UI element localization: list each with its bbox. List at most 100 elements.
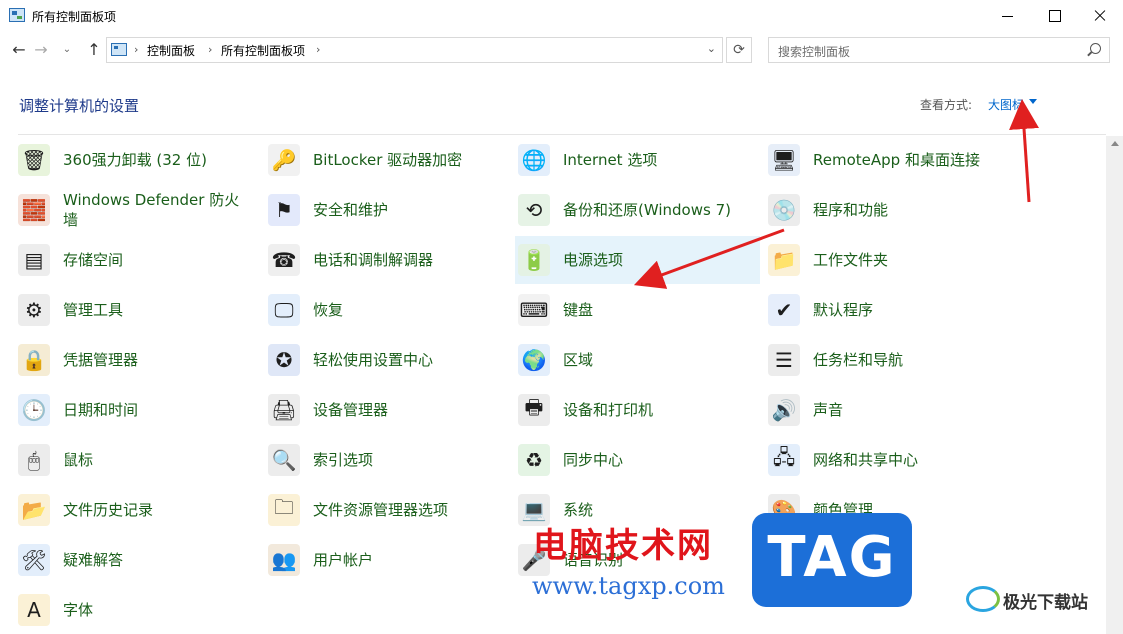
item-label: 区域 <box>563 351 594 369</box>
item-label: 设备和打印机 <box>563 401 654 419</box>
control-panel-item[interactable]: 🕒 日期和时间 <box>15 386 260 434</box>
item-label: 管理工具 <box>63 301 124 319</box>
work-folders-icon: 📁 <box>768 244 800 276</box>
programs-icon: 💿 <box>768 194 800 226</box>
item-label: 鼠标 <box>63 451 94 469</box>
scroll-up-arrow-icon[interactable] <box>1111 141 1119 146</box>
mouse-icon: 🖱 <box>18 444 50 476</box>
control-panel-item[interactable]: 🔑 BitLocker 驱动器加密 <box>265 136 510 184</box>
up-arrow-icon[interactable]: ↑ <box>83 38 105 62</box>
navigation-bar: ← → ⌄ ↑ › 控制面板 › 所有控制面板项 › ⌄ ⟳ 搜索控制面板 <box>0 32 1123 70</box>
item-label: 凭据管理器 <box>63 351 139 369</box>
item-label: 恢复 <box>313 301 344 319</box>
item-label: 轻松使用设置中心 <box>313 351 434 369</box>
item-label: 备份和还原(Windows 7) <box>563 201 731 219</box>
control-panel-item[interactable]: ♻ 同步中心 <box>515 436 760 484</box>
back-arrow-icon[interactable]: ← <box>8 38 30 62</box>
control-panel-item[interactable]: 🖨 设备管理器 <box>265 386 510 434</box>
date-time-icon: 🕒 <box>18 394 50 426</box>
item-label: 任务栏和导航 <box>813 351 904 369</box>
control-panel-item[interactable]: 📂 文件历史记录 <box>15 486 260 534</box>
control-panel-item[interactable]: 🧱 Windows Defender 防火墙 <box>15 186 260 234</box>
sound-icon: 🔊 <box>768 394 800 426</box>
watermark-text: 电脑技术网 <box>533 526 713 566</box>
bitlocker-icon: 🔑 <box>268 144 300 176</box>
search-icon[interactable] <box>1090 43 1101 54</box>
recent-locations-chevron-icon[interactable]: ⌄ <box>60 38 74 62</box>
control-panel-item[interactable]: 👥 用户帐户 <box>265 536 510 584</box>
item-label: 设备管理器 <box>313 401 389 419</box>
indexing-icon: 🔍 <box>268 444 300 476</box>
search-input[interactable]: 搜索控制面板 <box>768 37 1110 63</box>
firewall-icon: 🧱 <box>18 194 50 226</box>
forward-arrow-icon[interactable]: → <box>30 38 52 62</box>
control-panel-item[interactable]: ⚑ 安全和维护 <box>265 186 510 234</box>
credential-manager-icon: 🔒 <box>18 344 50 376</box>
control-panel-item[interactable]: 🖶 设备和打印机 <box>515 386 760 434</box>
address-bar[interactable]: › 控制面板 › 所有控制面板项 › ⌄ <box>106 37 723 63</box>
watermark-logo-icon <box>966 586 1000 612</box>
control-panel-item[interactable]: A 字体 <box>15 586 260 634</box>
control-panel-item[interactable]: 🖵 恢复 <box>265 286 510 334</box>
breadcrumb-control-panel[interactable]: 控制面板 <box>147 42 195 59</box>
fonts-icon: A <box>18 594 50 626</box>
remoteapp-icon: 🖥 <box>768 144 800 176</box>
control-panel-item[interactable]: ✔ 默认程序 <box>765 286 1010 334</box>
control-panel-item[interactable]: 🔒 凭据管理器 <box>15 336 260 384</box>
item-label: 疑难解答 <box>63 551 124 569</box>
control-panel-item[interactable]: ⚙ 管理工具 <box>15 286 260 334</box>
maximize-button[interactable] <box>1031 0 1077 32</box>
item-label: 系统 <box>563 501 594 519</box>
control-panel-item[interactable]: ⟲ 备份和还原(Windows 7) <box>515 186 760 234</box>
network-sharing-icon: 🖧 <box>768 444 800 476</box>
internet-options-icon: 🌐 <box>518 144 550 176</box>
power-options-icon: 🔋 <box>518 244 550 276</box>
control-panel-item[interactable]: 🛠 疑难解答 <box>15 536 260 584</box>
item-label: 程序和功能 <box>813 201 889 219</box>
control-panel-item[interactable]: 🖧 网络和共享中心 <box>765 436 1010 484</box>
refresh-button[interactable]: ⟳ <box>726 37 752 63</box>
item-label: 日期和时间 <box>63 401 139 419</box>
storage-icon: ▤ <box>18 244 50 276</box>
control-panel-item[interactable]: 💿 程序和功能 <box>765 186 1010 234</box>
control-panel-item[interactable]: 🔍 索引选项 <box>265 436 510 484</box>
control-panel-item[interactable]: ⌨ 键盘 <box>515 286 760 334</box>
control-panel-item[interactable]: 🔊 声音 <box>765 386 1010 434</box>
chevron-right-icon[interactable]: › <box>208 43 212 56</box>
control-panel-item[interactable]: 🖱 鼠标 <box>15 436 260 484</box>
control-panel-item[interactable]: 🔋 电源选项 <box>515 236 760 284</box>
item-label: 360强力卸载 (32 位) <box>63 151 207 169</box>
control-panel-item[interactable]: ▤ 存储空间 <box>15 236 260 284</box>
item-label: 默认程序 <box>813 301 874 319</box>
minimize-button[interactable] <box>985 0 1031 32</box>
default-programs-icon: ✔ <box>768 294 800 326</box>
control-panel-item[interactable]: 🗑 360强力卸载 (32 位) <box>15 136 260 184</box>
view-by-dropdown[interactable]: 大图标 <box>988 96 1024 113</box>
item-label: 网络和共享中心 <box>813 451 919 469</box>
control-panel-item[interactable]: ☎ 电话和调制解调器 <box>265 236 510 284</box>
control-panel-item[interactable]: 🖥 RemoteApp 和桌面连接 <box>765 136 1010 184</box>
caret-down-icon[interactable] <box>1029 99 1037 104</box>
breadcrumb-all-items[interactable]: 所有控制面板项 <box>221 42 305 59</box>
chevron-right-icon[interactable]: › <box>134 43 138 56</box>
close-button[interactable] <box>1077 0 1123 32</box>
control-panel-item[interactable]: 🌍 区域 <box>515 336 760 384</box>
item-label: 文件历史记录 <box>63 501 154 519</box>
region-icon: 🌍 <box>518 344 550 376</box>
control-panel-item[interactable]: ☰ 任务栏和导航 <box>765 336 1010 384</box>
control-panel-item[interactable]: ✪ 轻松使用设置中心 <box>265 336 510 384</box>
control-panel-item[interactable]: 🗀 文件资源管理器选项 <box>265 486 510 534</box>
chevron-right-icon[interactable]: › <box>316 43 320 56</box>
watermark-site: 极光下载站 <box>1003 593 1088 613</box>
sync-center-icon: ♻ <box>518 444 550 476</box>
item-label: 文件资源管理器选项 <box>313 501 449 519</box>
control-panel-item[interactable]: 🌐 Internet 选项 <box>515 136 760 184</box>
item-label: 键盘 <box>563 301 594 319</box>
item-label: 工作文件夹 <box>813 251 889 269</box>
chevron-down-icon[interactable]: ⌄ <box>707 42 716 55</box>
recovery-icon: 🖵 <box>268 294 300 326</box>
control-panel-item[interactable]: 📁 工作文件夹 <box>765 236 1010 284</box>
security-flag-icon: ⚑ <box>268 194 300 226</box>
title-bar: 所有控制面板项 <box>0 0 1123 32</box>
scrollbar[interactable] <box>1106 136 1123 634</box>
